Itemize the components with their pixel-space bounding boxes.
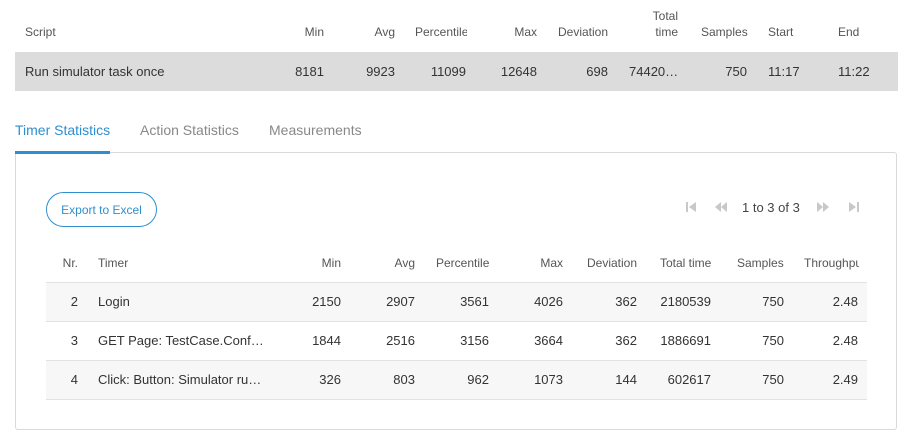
tab-timer-statistics[interactable]: Timer Statistics	[15, 122, 110, 138]
cell-nr: 3	[70, 333, 78, 348]
col-header-percentile[interactable]: Percentile	[436, 256, 489, 270]
cell-nr: 2	[70, 294, 78, 309]
cell-percentile: 3156	[460, 333, 489, 348]
cell-throughput: 2.49	[832, 372, 858, 387]
tab-measurements[interactable]: Measurements	[269, 122, 362, 138]
col-header-total-time-line2: time	[655, 25, 678, 39]
table-row[interactable]: 4 Click: Button: Simulator ru… 326 803 9…	[46, 360, 867, 400]
col-header-total-time[interactable]: Total time	[660, 256, 711, 270]
script-min: 8181	[295, 64, 324, 79]
table-row[interactable]: 2 Login 2150 2907 3561 4026 362 2180539 …	[46, 282, 867, 321]
cell-throughput: 2.48	[832, 333, 858, 348]
script-avg: 9923	[366, 64, 395, 79]
pagination-summary: 1 to 3 of 3	[742, 200, 800, 215]
col-header-max: Max	[514, 25, 537, 39]
cell-min: 1844	[312, 333, 341, 348]
col-header-avg[interactable]: Avg	[375, 256, 415, 270]
next-page-icon[interactable]	[816, 200, 830, 214]
cell-throughput: 2.48	[832, 294, 858, 309]
col-header-deviation[interactable]: Deviation	[587, 256, 637, 270]
cell-deviation: 362	[615, 294, 637, 309]
col-header-nr[interactable]: Nr.	[56, 256, 78, 270]
cell-max: 3664	[534, 333, 563, 348]
script-deviation: 698	[586, 64, 608, 79]
cell-deviation: 362	[615, 333, 637, 348]
cell-samples: 750	[762, 333, 784, 348]
cell-max: 1073	[534, 372, 563, 387]
script-start: 11:17	[768, 64, 800, 79]
col-header-start: Start	[768, 25, 794, 39]
col-header-timer[interactable]: Timer	[98, 256, 128, 270]
first-page-icon[interactable]	[684, 200, 698, 214]
table-row[interactable]: 3 GET Page: TestCase.Conf… 1844 2516 315…	[46, 321, 867, 360]
cell-min: 326	[319, 372, 341, 387]
col-header-end: End	[838, 25, 860, 39]
col-header-min[interactable]: Min	[301, 256, 341, 270]
previous-page-icon[interactable]	[714, 200, 728, 214]
cell-total-time: 1886691	[660, 333, 711, 348]
col-header-throughput[interactable]: Throughput	[804, 256, 859, 270]
col-header-percentile: Percentile	[415, 25, 467, 39]
cell-deviation: 144	[615, 372, 637, 387]
cell-max: 4026	[534, 294, 563, 309]
export-to-excel-button[interactable]: Export to Excel	[46, 192, 157, 227]
cell-timer: Login	[98, 294, 130, 309]
col-header-samples: Samples	[701, 25, 748, 39]
col-header-deviation: Deviation	[558, 25, 609, 39]
col-header-min: Min	[304, 25, 324, 39]
active-tab-indicator	[15, 151, 110, 154]
script-samples: 750	[725, 64, 747, 79]
cell-avg: 2516	[386, 333, 415, 348]
last-page-icon[interactable]	[847, 200, 861, 214]
cell-nr: 4	[70, 372, 78, 387]
cell-samples: 750	[762, 294, 784, 309]
cell-timer: Click: Button: Simulator ru…	[98, 372, 262, 387]
script-percentile: 11099	[430, 64, 466, 79]
tab-action-statistics[interactable]: Action Statistics	[140, 122, 239, 138]
col-header-samples[interactable]: Samples	[737, 256, 784, 270]
col-header-max[interactable]: Max	[523, 256, 563, 270]
col-header-avg: Avg	[374, 25, 395, 39]
cell-timer: GET Page: TestCase.Conf…	[98, 333, 264, 348]
cell-min: 2150	[312, 294, 341, 309]
script-total-time: 74420…	[629, 64, 679, 79]
col-header-total-time-line1: Total	[652, 9, 678, 23]
script-max: 12648	[500, 64, 537, 79]
cell-total-time: 2180539	[660, 294, 711, 309]
script-name: Run simulator task once	[25, 64, 165, 79]
col-header-script: Script	[25, 25, 56, 39]
script-end: 11:22	[838, 64, 870, 79]
cell-avg: 803	[393, 372, 415, 387]
cell-percentile: 962	[467, 372, 489, 387]
cell-percentile: 3561	[460, 294, 489, 309]
cell-samples: 750	[762, 372, 784, 387]
cell-total-time: 602617	[667, 372, 711, 387]
script-row[interactable]: Run simulator task once 8181 9923 11099 …	[15, 52, 898, 91]
cell-avg: 2907	[386, 294, 415, 309]
